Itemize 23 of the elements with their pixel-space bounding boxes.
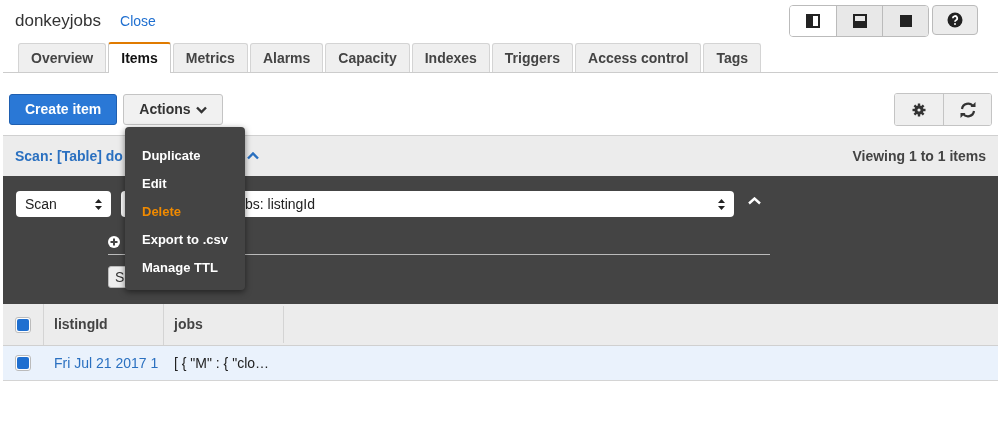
column-header[interactable]: listingId [43, 304, 163, 345]
tab[interactable]: Access control [575, 43, 702, 72]
table-row[interactable]: Fri Jul 21 2017 1 [ { "M" : { "clo… [3, 346, 998, 381]
menu-item[interactable]: Duplicate [125, 142, 245, 170]
table-title: donkeyjobs [15, 10, 101, 33]
create-item-button[interactable]: Create item [9, 94, 118, 125]
table-cell[interactable]: Fri Jul 21 2017 1 [43, 346, 163, 380]
tab[interactable]: Tags [703, 43, 762, 72]
menu-item[interactable]: Export to .csv [125, 226, 245, 254]
actions-button[interactable]: Actions [123, 94, 223, 125]
tab[interactable]: Capacity [325, 43, 410, 72]
mode-select[interactable]: Scan [16, 191, 111, 217]
tab[interactable]: Items [108, 42, 171, 73]
tab[interactable]: Metrics [172, 43, 248, 72]
tab[interactable]: Alarms [249, 43, 324, 72]
item-count: Viewing 1 to 1 items [852, 146, 986, 166]
column-header[interactable]: jobs [163, 304, 283, 345]
table-cell-text: [ { "M" : { "clo… [173, 353, 271, 373]
close-link[interactable]: Close [120, 10, 156, 32]
tab[interactable]: Triggers [491, 43, 574, 72]
tab[interactable]: Overview [18, 43, 107, 72]
tab[interactable]: Indexes [411, 43, 490, 72]
scan-title[interactable]: Scan: [Table] do [15, 145, 123, 167]
